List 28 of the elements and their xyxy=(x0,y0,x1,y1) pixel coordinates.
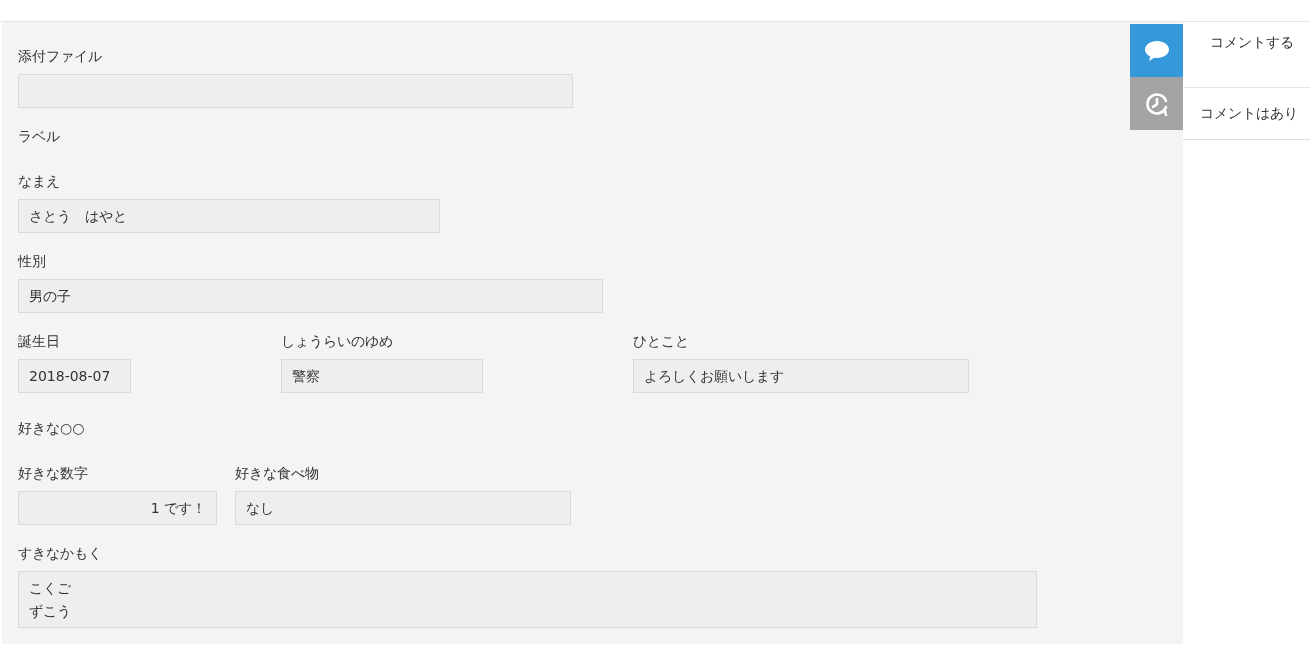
section-label: 好きな○○ xyxy=(18,419,85,438)
input-field[interactable]: 1 です！ xyxy=(18,491,217,525)
input-field[interactable]: 男の子 xyxy=(18,279,603,313)
comment-link[interactable]: コメントする xyxy=(1210,34,1294,50)
comment-tab[interactable] xyxy=(1130,24,1183,77)
field-label: 好きな食べ物 xyxy=(235,464,319,483)
input-field[interactable]: 2018-08-07 xyxy=(18,359,131,393)
field-label: ひとこと xyxy=(633,332,689,351)
input-field[interactable]: なし xyxy=(235,491,571,525)
empty-message: コメントはあり xyxy=(1200,104,1298,123)
field-label: すきなかもく xyxy=(18,544,102,563)
clock-refresh-icon xyxy=(1143,90,1170,117)
field-label: しょうらいのゆめ xyxy=(281,332,393,351)
history-tab[interactable] xyxy=(1130,77,1183,130)
field-line: こくご xyxy=(29,578,71,598)
field-label: 好きな数字 xyxy=(18,464,88,483)
speech-bubble-icon xyxy=(1143,39,1170,62)
field-label: なまえ xyxy=(18,172,60,191)
input-field[interactable]: さとう はやと xyxy=(18,199,440,233)
input-field[interactable] xyxy=(18,74,573,108)
input-field[interactable]: よろしくお願いします xyxy=(633,359,969,393)
textarea-field[interactable]: こくご ずこう xyxy=(18,571,1037,628)
field-label: 性別 xyxy=(18,252,46,271)
section-label: ラベル xyxy=(18,127,60,146)
input-field[interactable]: 警察 xyxy=(281,359,483,393)
field-line: ずこう xyxy=(29,601,71,621)
field-label: 誕生日 xyxy=(18,332,60,351)
field-label: 添付ファイル xyxy=(18,47,102,66)
